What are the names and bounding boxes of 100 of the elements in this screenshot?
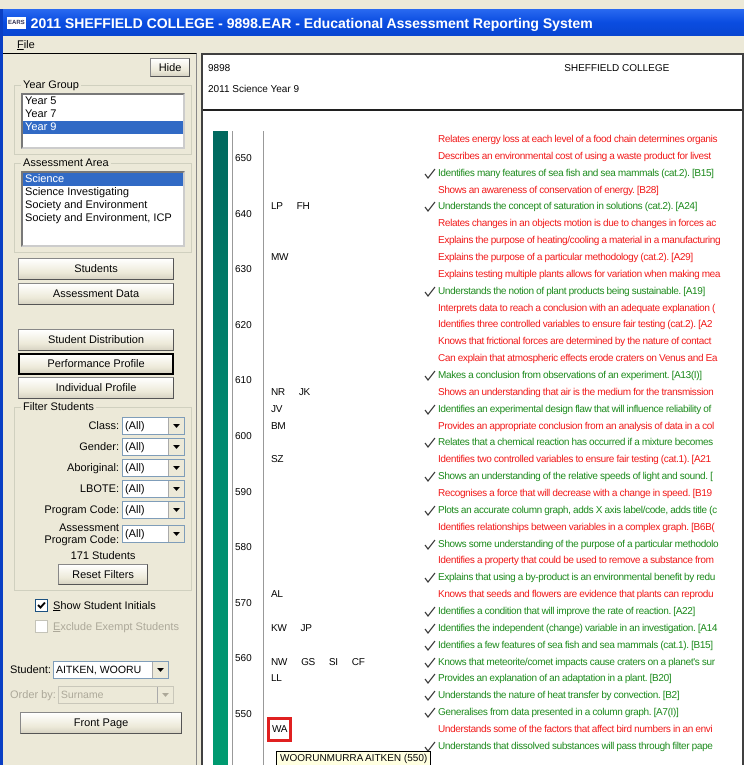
statement-text: Explains the purpose of heating/cooling a material in a manufacturing [438, 235, 720, 246]
student-count: 171 Students [70, 550, 136, 562]
select-label: Student: [10, 664, 51, 676]
scale-label: 570 [235, 598, 253, 609]
report-button[interactable]: Student Distribution [18, 329, 174, 351]
statement-text: Identifies the independent (change) variable in an investigation. [A14 [438, 622, 718, 634]
student-initials[interactable]: WA [270, 720, 290, 740]
statement-text: Recognises a force that will decrease with a change in speed. [B19 [438, 488, 712, 499]
scale-label: 640 [235, 208, 253, 220]
list-item[interactable]: Society and Environment, ICP [23, 212, 183, 225]
checkbox-label: Exclude Exempt Students [53, 620, 179, 632]
student-initials[interactable]: LP [270, 201, 284, 212]
list-item[interactable]: Society and Environment [23, 199, 183, 212]
select-label: Order by: [10, 689, 56, 701]
student-initials[interactable]: JK [298, 386, 311, 398]
group-title: Assessment Area [22, 157, 110, 169]
report-button[interactable]: Performance Profile [18, 353, 174, 375]
filter-dropdown[interactable]: (All) [122, 459, 185, 477]
filter-dropdown[interactable]: (All) [122, 501, 185, 519]
statement-text: Generalises from data presented in a column graph. [A7(I)] [438, 707, 678, 718]
statement-text: Explains the purpose of a particular methodology (cat.2). [A29] [438, 252, 693, 263]
statement-text: Relates that a chemical reaction has occurred if a mixture becomes [438, 437, 713, 448]
student-initials[interactable]: KW [270, 622, 288, 634]
student-initials[interactable]: FH [296, 201, 310, 212]
nav-button[interactable]: Students [18, 258, 174, 280]
statement-text: Explains testing multiple plants allows for variation when making mea [438, 268, 720, 280]
select-dropdown[interactable]: AITKEN, WOORU [52, 661, 169, 679]
dropdown-arrow-icon [173, 508, 180, 512]
hide-button[interactable]: Hide [150, 58, 190, 77]
statement-text: Relates energy loss at each level of a food chain determines organis [438, 134, 718, 145]
statement-text: Knows that seeds and flowers are evidence that plants can reprodu [438, 589, 714, 600]
dropdown-arrow-icon [162, 693, 169, 697]
statement-text: Understands the nature of heat transfer by convection. [B2] [438, 690, 680, 702]
student-initials[interactable]: CF [350, 656, 366, 668]
statement-text: Identifies a property that could be used to remove a substance from [438, 555, 714, 566]
statement-text: Identifies two controlled variables to ensure fair testing (cat.1). [A21 [438, 454, 711, 466]
statement-text: Identifies a few features of sea fish and sea mammals (cat.1). [B15] [438, 640, 713, 651]
statement-text: Makes a conclusion from observations of an experiment. [A13(I)] [438, 370, 702, 381]
student-initials[interactable]: MW [270, 252, 290, 263]
list-item[interactable]: Science Investigating [23, 186, 183, 199]
statement-text: Understands the notion of plant products being sustainable. [A19] [438, 286, 705, 297]
statement-text: Interprets data to reach a conclusion with an adequate explanation ( [438, 302, 715, 314]
scale-label: 550 [235, 708, 253, 720]
statement-text: Describes an environmental cost of using a waste product for livest [438, 150, 711, 162]
report-button[interactable]: Individual Profile [18, 377, 174, 399]
checkbox-label: Show Student Initials [53, 600, 156, 612]
list-item[interactable]: Year 5 [23, 95, 183, 108]
student-initials[interactable]: BM [270, 420, 286, 432]
menu-item[interactable]: File [17, 38, 35, 50]
filter-label: Assessment Program Code: [43, 522, 119, 546]
dropdown-arrow-icon [156, 668, 164, 672]
checkbox[interactable] [35, 599, 48, 612]
statement-text: Identifies many features of sea fish and sea mammals (cat.2). [B15] [438, 168, 714, 179]
student-initials[interactable]: NW [270, 656, 288, 668]
scale-label: 560 [235, 653, 253, 664]
statement-text: Identifies a condition that will improve the rate of reaction. [A22] [438, 606, 695, 617]
report-subtitle: 2011 Science Year 9 [208, 84, 300, 95]
scale-label: 580 [235, 542, 253, 554]
dropdown-arrow-icon [173, 424, 180, 428]
statement-text: Shows some understanding of the purpose of a particular methodolo [438, 538, 718, 550]
filter-dropdown[interactable]: (All) [122, 438, 185, 456]
statement-text: Knows that frictional forces are determined by the nature of contact [438, 336, 712, 348]
tooltip: WOORUNMURRA AITKEN (550) [276, 751, 432, 765]
statement-text: Knows that meteorite/comet impacts cause craters on a planet's sur [438, 656, 715, 668]
front-page-button[interactable]: Front Page [20, 712, 182, 734]
nav-button[interactable]: Assessment Data [18, 283, 174, 305]
student-initials[interactable]: SI [328, 656, 339, 668]
school-code: 9898 [208, 63, 230, 74]
reset-filters-button[interactable]: Reset Filters [58, 564, 148, 585]
filter-dropdown[interactable]: (All) [122, 417, 185, 435]
student-initials[interactable]: NR [270, 386, 286, 398]
statement-text: Identifies an experimental design flaw that will influence reliability of [438, 404, 711, 415]
scale-label: 610 [235, 375, 253, 386]
statement-text: Shows an awareness of conservation of energy. [B28] [438, 184, 658, 196]
filter-label: Class: [87, 420, 119, 432]
dropdown-arrow-icon [173, 466, 180, 470]
statement-text: Understands that dissolved substances will pass through filter pape [438, 740, 712, 752]
student-initials[interactable]: SZ [270, 454, 284, 466]
student-initials[interactable]: JP [300, 622, 313, 634]
student-initials[interactable]: JV [270, 404, 284, 415]
list-item[interactable]: Science [23, 173, 183, 186]
statement-text: Understands the concept of saturation in solutions (cat.2). [A24] [438, 201, 698, 212]
student-initials[interactable]: GS [300, 656, 316, 668]
filter-label: Gender: [78, 441, 119, 453]
dropdown-arrow-icon [173, 445, 180, 449]
statement-text: Relates changes in an objects motion is due to changes in forces ac [438, 218, 716, 230]
dropdown-arrow-icon [173, 532, 180, 536]
list-item[interactable]: Year 7 [23, 108, 183, 121]
statement-text: Explains that using a by-product is an environmental benefit by redu [438, 572, 715, 584]
filter-dropdown[interactable]: (All) [122, 525, 185, 543]
group-title: Year Group [22, 79, 80, 91]
window-title: 2011 SHEFFIELD COLLEGE - 9898.EAR - Educational Assessment Reporting System [30, 14, 593, 30]
filter-dropdown[interactable]: (All) [122, 480, 185, 498]
statement-text: Provides an appropriate conclusion from an analysis of data in a col [438, 420, 714, 432]
scale-label: 630 [235, 264, 253, 276]
student-initials[interactable]: AL [270, 589, 284, 600]
list-item[interactable]: Year 9 [23, 121, 183, 134]
student-initials[interactable]: LL [270, 673, 283, 684]
statement-text: Can explain that atmospheric effects erode craters on Venus and Ea [438, 353, 718, 364]
statement-text: Plots an accurate column graph, adds X axis label/code, adds title (c [438, 504, 717, 516]
